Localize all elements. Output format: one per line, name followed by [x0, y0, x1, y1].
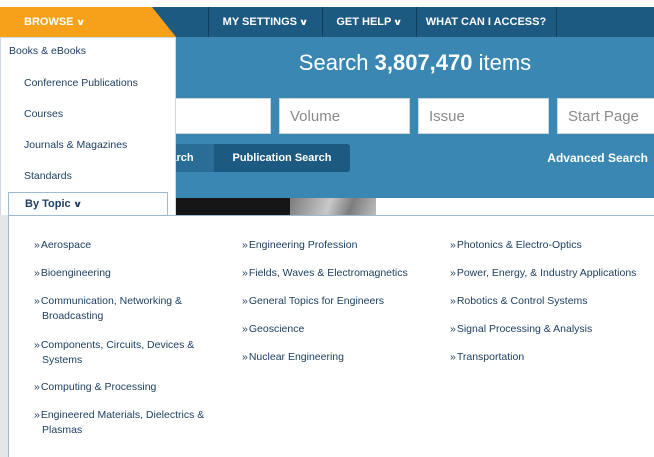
topic-link[interactable]: »Fields, Waves & Electromagnetics [242, 266, 408, 281]
browse-item-courses[interactable]: Courses [24, 108, 63, 120]
double-chevron-right-icon: » [34, 409, 40, 421]
double-chevron-right-icon: » [242, 323, 248, 335]
my-settings-label: MY SETTINGS [222, 16, 298, 28]
double-chevron-right-icon: » [450, 239, 456, 251]
topic-label: Nuclear Engineering [248, 351, 344, 363]
topic-link[interactable]: »Bioengineering [34, 266, 111, 281]
browse-menu-button[interactable]: BROWSE ∨ [0, 7, 176, 37]
chevron-down-icon: ∨ [72, 199, 83, 209]
browse-label: BROWSE [24, 16, 74, 28]
issue-field[interactable] [418, 98, 549, 134]
browse-item-journals-magazines[interactable]: Journals & Magazines [24, 139, 127, 151]
my-settings-menu-button[interactable]: MY SETTINGS ∨ [208, 7, 322, 37]
chevron-down-icon: ∨ [298, 17, 309, 27]
double-chevron-right-icon: » [242, 267, 248, 279]
double-chevron-right-icon: » [34, 239, 40, 251]
topic-link[interactable]: »Components, Circuits, Devices & Systems [34, 338, 194, 368]
double-chevron-right-icon: » [34, 267, 40, 279]
start-page-field[interactable] [557, 98, 654, 134]
topic-link[interactable]: »Robotics & Control Systems [450, 294, 588, 309]
topic-link[interactable]: »Engineered Materials, Dielectrics & Plas… [34, 408, 204, 438]
topic-label: Photonics & Electro-Optics [456, 239, 582, 251]
item-count: 3,807,470 [374, 50, 473, 75]
topic-label: Computing & Processing [40, 381, 157, 393]
topic-label: Fields, Waves & Electromagnetics [248, 267, 408, 279]
banner-image [290, 198, 376, 215]
by-topic-label: By Topic [25, 198, 71, 210]
browse-item-conference-publications[interactable]: Conference Publications [24, 77, 138, 89]
topic-label: Bioengineering [40, 267, 111, 279]
double-chevron-right-icon: » [242, 239, 248, 251]
search-count-heading: Search 3,807,470 items [176, 50, 654, 76]
what-can-i-access-label: WHAT CAN I ACCESS? [425, 16, 547, 28]
topic-label: Engineering Profession [248, 239, 358, 251]
publication-search-tab[interactable]: Publication Search [214, 144, 350, 172]
double-chevron-right-icon: » [450, 295, 456, 307]
topic-label: Aerospace [40, 239, 92, 251]
publication-search-label: Publication Search [232, 152, 332, 164]
topic-link[interactable]: »Engineering Profession [242, 238, 357, 253]
topic-label: Components, Circuits, Devices & [40, 339, 195, 351]
topic-link[interactable]: »Transportation [450, 350, 524, 365]
chevron-down-icon: ∨ [393, 17, 403, 27]
double-chevron-right-icon: » [34, 295, 40, 307]
topic-link[interactable]: »Signal Processing & Analysis [450, 322, 592, 337]
topic-label-continued: Plasmas [42, 424, 83, 436]
get-help-menu-button[interactable]: GET HELP ∨ [322, 7, 416, 37]
topic-label-continued: Broadcasting [42, 310, 104, 322]
double-chevron-right-icon: » [34, 339, 40, 351]
topic-link[interactable]: »Communication, Networking & Broadcasting [34, 294, 182, 324]
topic-label: Geoscience [248, 323, 305, 335]
topic-label: Power, Energy, & Industry Applications [456, 267, 637, 279]
topic-link[interactable]: »Geoscience [242, 322, 304, 337]
topic-link[interactable]: »General Topics for Engineers [242, 294, 384, 309]
browse-item-by-topic[interactable]: By Topic ∨ [8, 192, 168, 216]
topic-label: General Topics for Engineers [248, 295, 385, 307]
double-chevron-right-icon: » [242, 351, 248, 363]
nav-divider [556, 7, 557, 37]
topic-link[interactable]: »Aerospace [34, 238, 91, 253]
topic-label: Transportation [456, 351, 525, 363]
search-suffix: items [472, 50, 532, 75]
topic-link[interactable]: »Power, Energy, & Industry Applications [450, 266, 636, 281]
page-side-band [0, 215, 8, 457]
browse-item-standards[interactable]: Standards [24, 170, 72, 182]
advanced-search-link[interactable]: Advanced Search [547, 144, 648, 172]
topic-link[interactable]: »Computing & Processing [34, 380, 156, 395]
volume-field[interactable] [279, 98, 410, 134]
double-chevron-right-icon: » [450, 267, 456, 279]
browse-dropdown [0, 37, 176, 217]
get-help-label: GET HELP [336, 16, 392, 28]
topic-link[interactable]: »Nuclear Engineering [242, 350, 344, 365]
double-chevron-right-icon: » [450, 323, 456, 335]
double-chevron-right-icon: » [450, 351, 456, 363]
topic-link[interactable]: »Photonics & Electro-Optics [450, 238, 582, 253]
search-prefix: Search [298, 50, 375, 75]
banner-image [176, 198, 290, 215]
topic-label: Communication, Networking & [40, 295, 183, 307]
topic-label-continued: Systems [42, 354, 83, 366]
double-chevron-right-icon: » [242, 295, 248, 307]
chevron-down-icon: ∨ [75, 17, 85, 27]
browse-item-books[interactable]: Books & eBooks [9, 45, 86, 57]
double-chevron-right-icon: » [34, 381, 40, 393]
topic-label: Robotics & Control Systems [456, 295, 588, 307]
topic-label: Engineered Materials, Dielectrics & [40, 409, 205, 421]
topic-label: Signal Processing & Analysis [456, 323, 593, 335]
what-can-i-access-link[interactable]: WHAT CAN I ACCESS? [416, 7, 556, 37]
